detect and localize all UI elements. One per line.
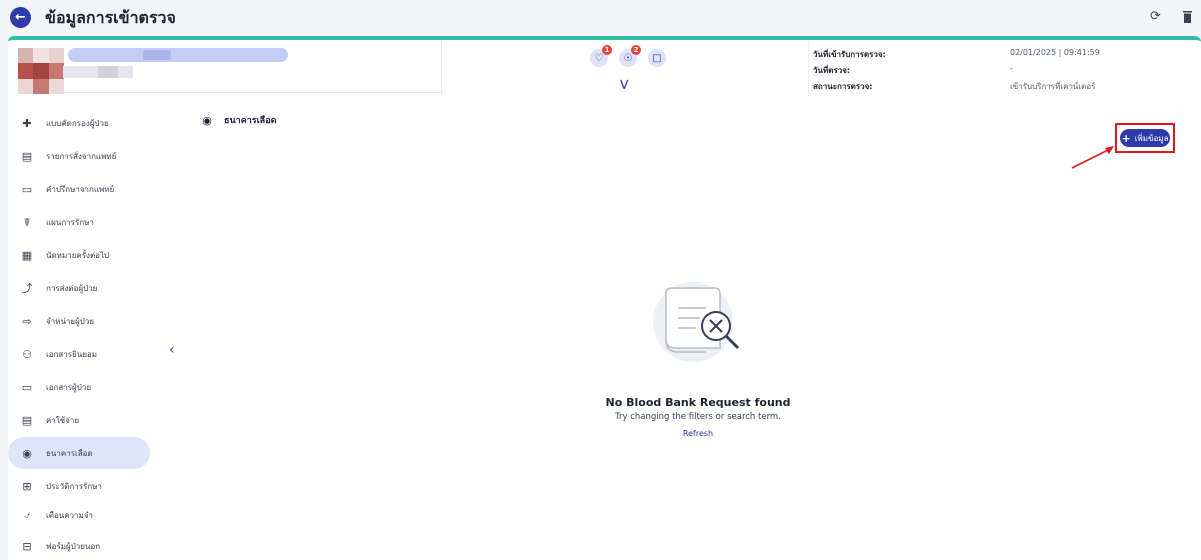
blood-drop-icon: ◉ <box>202 113 212 127</box>
add-data-button-label: เพิ่มข้อมูล <box>1134 133 1169 143</box>
sidebar-item-label: เตือนความจำ <box>46 510 93 520</box>
patient-avatar <box>18 48 64 94</box>
triage-icon: ✚ <box>22 116 32 130</box>
folder-icon: ▭ <box>21 380 33 394</box>
sidebar-item-consent[interactable]: ⚇ เอกสารยินยอม <box>8 338 150 370</box>
sidebar-item-label: แบบคัดกรองผู้ป่วย <box>46 118 109 128</box>
section-title: ธนาคารเลือด <box>224 116 277 126</box>
plus-icon: + <box>1121 131 1131 145</box>
sidebar-item-outpatient-form[interactable]: ⊟ ฟอร์มผู้ป่วยนอก <box>8 530 150 560</box>
sidebar-item-label: เอกสารยินยอม <box>46 349 97 359</box>
virus-icon[interactable]: ☉ 2 <box>619 45 641 67</box>
sidebar-item-discharge[interactable]: ⇨ จำหน่ายผู้ป่วย <box>8 305 150 337</box>
refresh-link[interactable]: Refresh <box>660 429 736 438</box>
sidebar-item-label: ค่าใช้จ่าย <box>46 415 80 425</box>
calendar-icon: ▦ <box>21 248 33 262</box>
sidebar-item-label: ธนาคารเลือด <box>46 448 93 458</box>
top-bar: ← ข้อมูลการเข้าตรวจ ⟳ <box>0 0 1201 36</box>
exam-date-value: - <box>1010 64 1013 73</box>
bell-icon: ⍻ <box>23 508 31 521</box>
sidebar-item-reminders[interactable]: ⍻ เตือนความจำ <box>8 499 150 531</box>
sidebar-item-label: เอกสารผู้ป่วย <box>46 382 91 392</box>
exam-date-label: วันที่ตรวจ: <box>813 66 851 75</box>
medical-history-icon: ⊞ <box>22 479 32 493</box>
sidebar-item-next-appointment[interactable]: ▦ นัดหมายครั้งต่อไป <box>8 239 150 271</box>
outpatient-form-icon: ⊟ <box>22 539 32 553</box>
chevron-left-icon[interactable]: ‹ <box>169 342 175 358</box>
sidebar-item-label: การส่งต่อผู้ป่วย <box>46 283 98 293</box>
divider <box>808 40 809 96</box>
add-data-button[interactable]: + เพิ่มข้อมูล <box>1120 129 1170 147</box>
sidebar-item-doctor-consult[interactable]: ▭ คำปรึกษาจากแพทย์ <box>8 173 150 205</box>
main-panel <box>8 96 1201 560</box>
patient-card: ♡ 1 ☉ 2 □ ⋁ วันที่เข้ารับการตรวจ: 02/01/… <box>8 36 1201 96</box>
sidebar-item-expenses[interactable]: ▤ ค่าใช้จ่าย <box>8 404 150 436</box>
document-icon[interactable]: □ <box>648 49 666 67</box>
sidebar-item-treatment-plan[interactable]: ☤ แผนการรักษา <box>8 206 150 238</box>
blood-drop-icon: ◉ <box>22 446 32 460</box>
consent-icon: ⚇ <box>22 347 32 361</box>
trash-icon[interactable] <box>1183 11 1192 23</box>
patient-name-redacted <box>68 48 288 62</box>
order-list-icon: ▤ <box>21 149 33 163</box>
empty-state-title: No Blood Bank Request found <box>605 396 791 409</box>
sidebar-item-label: นัดหมายครั้งต่อไป <box>46 250 110 260</box>
sidebar-item-label: ฟอร์มผู้ป่วยนอก <box>46 541 101 551</box>
section-header: ◉ ธนาคารเลือด <box>200 113 276 127</box>
receipt-icon: ▤ <box>21 413 33 427</box>
empty-state-subtitle: Try changing the filters or search term. <box>615 412 781 422</box>
admission-date-value: 02/01/2025 | 09:41:59 <box>1010 48 1100 57</box>
sidebar-item-patient-documents[interactable]: ▭ เอกสารผู้ป่วย <box>8 371 150 403</box>
notification-badge: 2 <box>631 45 641 55</box>
sidebar-item-label: แผนการรักษา <box>46 217 94 227</box>
admission-date-label: วันที่เข้ารับการตรวจ: <box>813 50 886 59</box>
annotation-arrow <box>1071 146 1114 169</box>
patient-id-redacted <box>63 66 133 78</box>
sidebar-item-blood-bank[interactable]: ◉ ธนาคารเลือด <box>8 437 150 469</box>
chevron-double-down-icon[interactable]: ⋁ <box>620 79 628 90</box>
discharge-icon: ⇨ <box>22 314 32 328</box>
sidebar-item-referral[interactable]: ⤴ การส่งต่อผู้ป่วย <box>8 272 150 304</box>
exam-status-label: สถานะการตรวจ: <box>813 82 873 91</box>
referral-icon: ⤴ <box>21 282 33 295</box>
treatment-plan-icon: ☤ <box>23 215 31 229</box>
refresh-icon[interactable]: ⟳ <box>1150 9 1161 24</box>
arrow-left-icon: ← <box>15 10 26 25</box>
exam-status-value: เข้ารับบริการที่เคาน์เตอร์ <box>1010 82 1096 91</box>
sidebar-item-medical-history[interactable]: ⊞ ประวัติการรักษา <box>8 470 150 502</box>
divider <box>441 40 442 96</box>
back-button[interactable]: ← <box>10 7 31 28</box>
sidebar-item-label: คำปรึกษาจากแพทย์ <box>46 184 115 194</box>
sidebar-item-label: จำหน่ายผู้ป่วย <box>46 316 95 326</box>
sidebar-item-label: รายการสั่งจากแพทย์ <box>46 151 117 161</box>
sidebar-item-doctor-orders[interactable]: ▤ รายการสั่งจากแพทย์ <box>8 140 150 172</box>
consult-icon: ▭ <box>21 182 33 196</box>
divider <box>63 92 443 93</box>
sidebar-item-triage[interactable]: ✚ แบบคัดกรองผู้ป่วย <box>8 107 150 139</box>
empty-state-illustration <box>653 282 740 362</box>
heart-monitor-icon[interactable]: ♡ 1 <box>590 45 612 67</box>
notification-badge: 1 <box>602 45 612 55</box>
sidebar-item-label: ประวัติการรักษา <box>46 481 102 491</box>
page-title: ข้อมูลการเข้าตรวจ <box>45 8 176 27</box>
